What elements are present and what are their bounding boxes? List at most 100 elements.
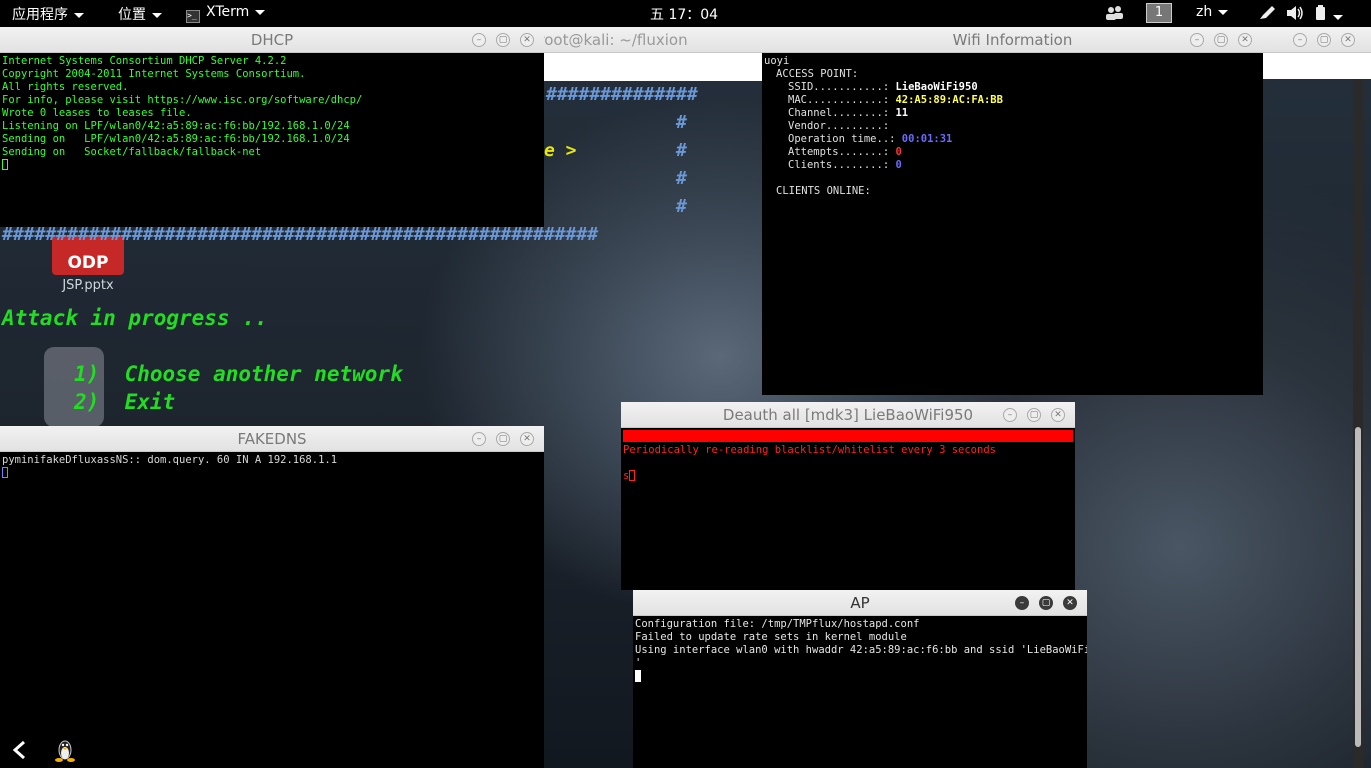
workspace-indicator[interactable]: 1 [1146,3,1172,23]
maximize-button[interactable]: ▢ [496,432,510,446]
field-key: Operation time..: [788,133,902,145]
terminal-cursor [2,159,8,170]
active-app-menu[interactable]: >_ XTerm [186,4,266,23]
maximize-icon: ▢ [1319,35,1329,45]
clients-online-header: CLIENTS ONLINE: [776,185,871,197]
people-icon[interactable] [1105,5,1125,25]
clock[interactable]: 五 17：04 [650,4,718,24]
maximize-button[interactable]: ▢ [1039,596,1053,610]
deauth-window[interactable]: Deauth all [mdk3] LieBaoWiFi950 – ▢ ✕ Pe… [621,402,1075,590]
terminal-line: Failed to update rate sets in kernel mod… [635,631,907,643]
applications-menu-label: 应用程序 [12,7,68,23]
close-button[interactable]: ✕ [1063,596,1077,610]
close-button[interactable]: ✕ [1051,408,1065,422]
minimize-button[interactable]: – [1003,408,1017,422]
pen-icon[interactable] [1258,5,1276,25]
fluxion-hash-mark: # [676,140,687,161]
fluxion-hash-banner: ############## [546,84,698,105]
fluxion-titlebar[interactable]: root@kali: ~/fluxion [538,27,762,53]
close-button[interactable]: ✕ [1238,33,1252,47]
deauth-titlebar[interactable]: Deauth all [mdk3] LieBaoWiFi950 – ▢ ✕ [621,402,1075,428]
minimize-icon: – [1019,598,1025,608]
terminal-cursor [635,670,641,682]
dhcp-window[interactable]: DHCP – ▢ ✕ Internet Systems Consortium D… [0,27,544,227]
ap-terminal[interactable]: Configuration file: /tmp/TMPflux/hostapd… [633,616,1087,768]
ap-window[interactable]: AP – ▢ ✕ Configuration file: /tmp/TMPflu… [633,590,1087,768]
close-button[interactable]: ✕ [1341,33,1355,47]
battery-icon[interactable] [1313,5,1329,25]
access-point-field: Vendor.........: [788,120,1261,133]
close-icon: ✕ [523,35,531,45]
minimize-button[interactable]: – [1190,33,1204,47]
option-exit[interactable]: 2) Exit [74,390,175,414]
field-key: SSID...........: [788,81,896,93]
fluxion-hash-mark: # [676,168,687,189]
maximize-button[interactable]: ▢ [1027,408,1041,422]
close-button[interactable]: ✕ [520,33,534,47]
scrollbar-thumb[interactable] [1355,427,1361,747]
applications-menu[interactable]: 应用程序 [12,4,84,24]
terminal-line: pyminifakeDfluxassNS:: dom.query. 60 IN … [2,454,338,466]
minimize-button[interactable]: – [1293,33,1307,47]
maximize-button[interactable]: ▢ [496,33,510,47]
fluxion-window-controls: – ▢ ✕ [1263,27,1371,53]
close-button[interactable]: ✕ [520,432,534,446]
deauth-terminal[interactable]: Periodically re-reading blacklist/whitel… [621,428,1075,590]
access-point-field: SSID...........: LieBaoWiFi950 [788,81,1261,94]
fluxion-hash-mark: # [676,112,687,133]
wifi-information-window[interactable]: Wifi Information – ▢ ✕ uoyi ACCESS POINT:… [762,27,1263,395]
minimize-icon: – [1194,35,1200,45]
field-key: MAC............: [788,94,896,106]
back-arrow-icon[interactable] [10,739,30,765]
close-icon: ✕ [523,434,531,444]
maximize-button[interactable]: ▢ [1214,33,1228,47]
chevron-down-icon [74,12,84,18]
fakedns-titlebar[interactable]: FAKEDNS – ▢ ✕ [0,426,544,452]
terminal-line: All rights reserved. [2,81,129,93]
top-panel: 应用程序 位置 >_ XTerm 五 17：04 1 zh [0,0,1371,27]
language-menu[interactable]: zh [1196,4,1229,20]
terminal-line: Configuration file: /tmp/TMPflux/hostapd… [635,618,920,630]
field-key: Channel........: [788,107,896,119]
system-menu-icon[interactable] [1333,9,1343,25]
terminal-line: Using interface wlan0 with hwaddr 42:a5:… [635,644,1087,656]
fluxion-top-strip [544,53,762,81]
fakedns-terminal[interactable]: pyminifakeDfluxassNS:: dom.query. 60 IN … [0,452,544,768]
terminal-line: Sending on Socket/fallback/fallback-net [2,146,262,158]
minimize-icon: – [1007,410,1013,420]
access-point-fields: SSID...........: LieBaoWiFi950 MAC.......… [764,81,1261,172]
maximize-button[interactable]: ▢ [1317,33,1331,47]
deauth-red-bar [623,430,1073,442]
tux-icon[interactable] [54,738,76,766]
terminal-line: Periodically re-reading blacklist/whitel… [623,444,996,456]
fakedns-window[interactable]: FAKEDNS – ▢ ✕ pyminifakeDfluxassNS:: dom… [0,426,544,768]
close-icon: ✕ [1054,410,1062,420]
dhcp-titlebar[interactable]: DHCP – ▢ ✕ [0,27,544,53]
wifi-titlebar[interactable]: Wifi Information – ▢ ✕ [762,27,1263,53]
fluxion-scroll-strip [1263,53,1371,79]
maximize-icon: ▢ [1041,598,1051,608]
volume-icon[interactable] [1286,5,1304,25]
maximize-icon: ▢ [498,35,508,45]
terminal-icon: >_ [186,10,200,23]
access-point-field: Channel........: 11 [788,107,1261,120]
dhcp-terminal[interactable]: Internet Systems Consortium DHCP Server … [0,53,544,227]
minimize-button[interactable]: – [1015,596,1029,610]
minimize-icon: – [1297,35,1303,45]
terminal-line: Sending on LPF/wlan0/42:a5:89:ac:f6:bb/1… [2,133,350,145]
fakedns-title: FAKEDNS [237,430,307,448]
field-value: 11 [895,107,909,119]
ap-titlebar[interactable]: AP – ▢ ✕ [633,590,1087,616]
terminal-line: Internet Systems Consortium DHCP Server … [2,55,287,67]
wifi-user: uoyi [764,55,790,67]
minimize-button[interactable]: – [472,33,486,47]
places-menu[interactable]: 位置 [118,4,162,24]
terminal-line: Wrote 0 leases to leases file. [2,107,192,119]
minimize-button[interactable]: – [472,432,486,446]
language-label: zh [1196,4,1213,20]
wifi-title: Wifi Information [952,31,1073,49]
fluxion-scrollbar[interactable] [1353,79,1363,768]
dock [0,735,100,768]
option-choose-another-network[interactable]: 1) Choose another network [74,362,403,386]
wifi-terminal[interactable]: uoyi ACCESS POINT: SSID...........: LieBao… [762,53,1263,395]
